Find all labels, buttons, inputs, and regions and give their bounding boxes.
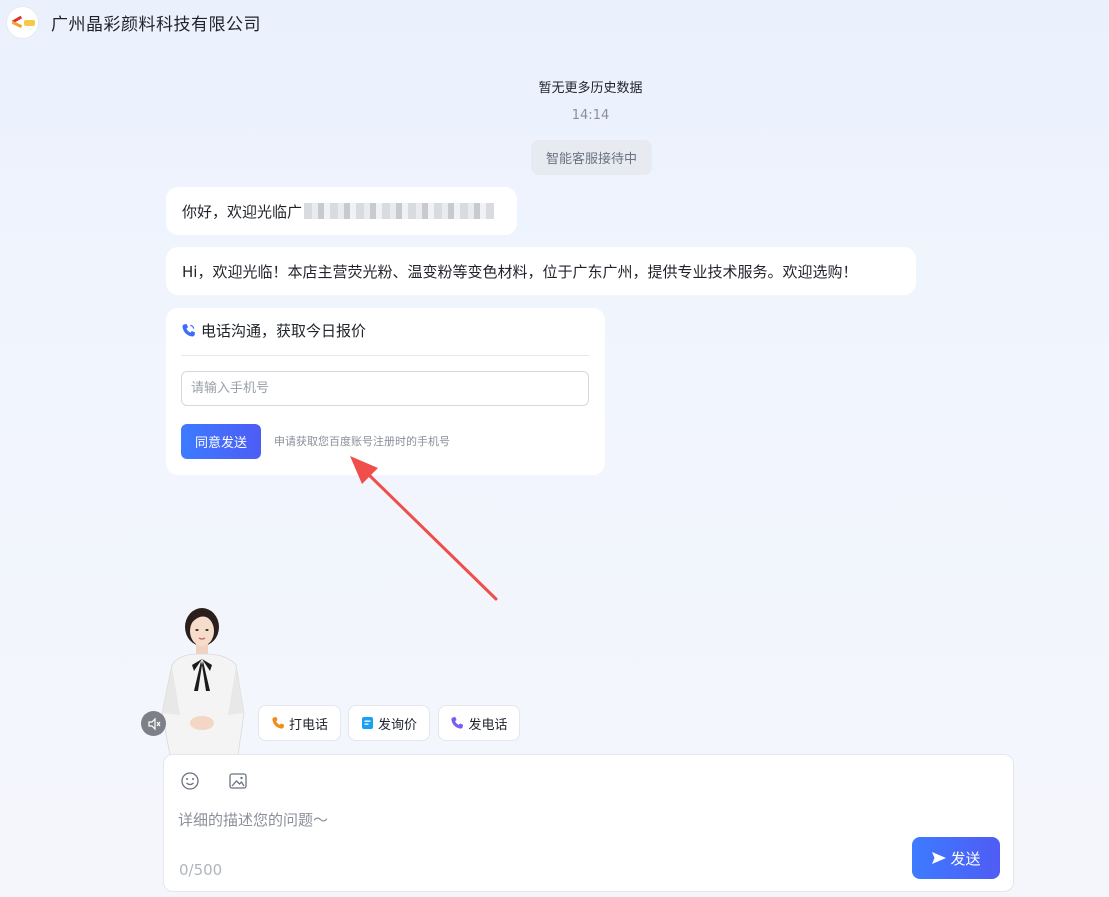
- image-icon[interactable]: [228, 771, 248, 791]
- speaker-muted-icon: [147, 717, 160, 730]
- avatar: [161, 608, 245, 755]
- send-button[interactable]: 发送: [912, 837, 1000, 879]
- phone-orange-icon: [272, 716, 285, 729]
- inquiry-label: 发询价: [377, 717, 417, 733]
- char-counter: 0/500: [179, 861, 223, 879]
- message-composer: 0/500 发送: [163, 754, 1014, 892]
- send-inquiry-button[interactable]: 发询价: [348, 705, 430, 741]
- call-button[interactable]: 打电话: [258, 705, 341, 741]
- send-label: 发送: [950, 849, 981, 868]
- send-phone-button[interactable]: 发电话: [438, 705, 520, 741]
- mute-button[interactable]: [141, 711, 166, 736]
- message-input[interactable]: [178, 808, 878, 832]
- call-label: 打电话: [288, 717, 328, 733]
- emoji-icon[interactable]: [180, 771, 200, 791]
- phone-purple-icon: [451, 716, 464, 729]
- send-phone-label: 发电话: [468, 717, 508, 733]
- document-icon: [361, 717, 373, 729]
- send-icon: [932, 852, 947, 864]
